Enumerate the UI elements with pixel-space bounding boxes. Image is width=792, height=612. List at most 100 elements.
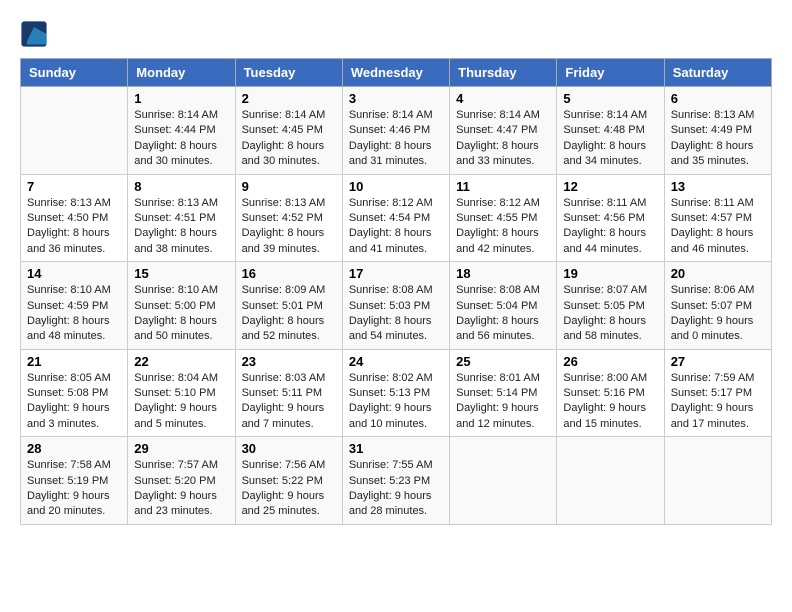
day-info: Sunrise: 8:13 AM Sunset: 4:51 PM Dayligh… — [134, 196, 228, 258]
weekday-header-wednesday: Wednesday — [342, 59, 449, 87]
day-number: 7 — [27, 179, 121, 194]
day-info: Sunrise: 8:10 AM Sunset: 5:00 PM Dayligh… — [134, 283, 228, 345]
day-number: 11 — [456, 179, 550, 194]
day-number: 5 — [563, 91, 657, 106]
calendar-cell: 11 Sunrise: 8:12 AM Sunset: 4:55 PM Dayli… — [450, 174, 557, 262]
calendar-cell: 7 Sunrise: 8:13 AM Sunset: 4:50 PM Daylig… — [21, 174, 128, 262]
day-info: Sunrise: 7:59 AM Sunset: 5:17 PM Dayligh… — [671, 371, 765, 433]
calendar-cell: 29 Sunrise: 7:57 AM Sunset: 5:20 PM Dayli… — [128, 437, 235, 525]
calendar-cell: 1 Sunrise: 8:14 AM Sunset: 4:44 PM Daylig… — [128, 87, 235, 175]
calendar-cell — [450, 437, 557, 525]
calendar-cell: 14 Sunrise: 8:10 AM Sunset: 4:59 PM Dayli… — [21, 262, 128, 350]
day-number: 20 — [671, 266, 765, 281]
day-info: Sunrise: 8:02 AM Sunset: 5:13 PM Dayligh… — [349, 371, 443, 433]
calendar-cell: 8 Sunrise: 8:13 AM Sunset: 4:51 PM Daylig… — [128, 174, 235, 262]
day-number: 10 — [349, 179, 443, 194]
day-number: 18 — [456, 266, 550, 281]
calendar-week-3: 14 Sunrise: 8:10 AM Sunset: 4:59 PM Dayli… — [21, 262, 772, 350]
day-number: 28 — [27, 441, 121, 456]
weekday-header-friday: Friday — [557, 59, 664, 87]
day-info: Sunrise: 8:14 AM Sunset: 4:48 PM Dayligh… — [563, 108, 657, 170]
calendar-week-2: 7 Sunrise: 8:13 AM Sunset: 4:50 PM Daylig… — [21, 174, 772, 262]
day-number: 8 — [134, 179, 228, 194]
day-info: Sunrise: 8:01 AM Sunset: 5:14 PM Dayligh… — [456, 371, 550, 433]
calendar-cell — [21, 87, 128, 175]
calendar-cell: 27 Sunrise: 7:59 AM Sunset: 5:17 PM Dayli… — [664, 349, 771, 437]
calendar-cell: 25 Sunrise: 8:01 AM Sunset: 5:14 PM Dayli… — [450, 349, 557, 437]
day-info: Sunrise: 8:06 AM Sunset: 5:07 PM Dayligh… — [671, 283, 765, 345]
day-info: Sunrise: 7:57 AM Sunset: 5:20 PM Dayligh… — [134, 458, 228, 520]
weekday-header-monday: Monday — [128, 59, 235, 87]
day-info: Sunrise: 8:07 AM Sunset: 5:05 PM Dayligh… — [563, 283, 657, 345]
logo — [20, 20, 50, 48]
day-number: 26 — [563, 354, 657, 369]
calendar-table: SundayMondayTuesdayWednesdayThursdayFrid… — [20, 58, 772, 525]
weekday-header-tuesday: Tuesday — [235, 59, 342, 87]
calendar-cell: 24 Sunrise: 8:02 AM Sunset: 5:13 PM Dayli… — [342, 349, 449, 437]
day-info: Sunrise: 8:12 AM Sunset: 4:55 PM Dayligh… — [456, 196, 550, 258]
day-info: Sunrise: 8:05 AM Sunset: 5:08 PM Dayligh… — [27, 371, 121, 433]
day-info: Sunrise: 8:08 AM Sunset: 5:04 PM Dayligh… — [456, 283, 550, 345]
calendar-cell: 4 Sunrise: 8:14 AM Sunset: 4:47 PM Daylig… — [450, 87, 557, 175]
calendar-cell: 5 Sunrise: 8:14 AM Sunset: 4:48 PM Daylig… — [557, 87, 664, 175]
day-number: 30 — [242, 441, 336, 456]
page-header — [20, 20, 772, 48]
calendar-cell: 10 Sunrise: 8:12 AM Sunset: 4:54 PM Dayli… — [342, 174, 449, 262]
day-info: Sunrise: 8:03 AM Sunset: 5:11 PM Dayligh… — [242, 371, 336, 433]
calendar-cell: 23Sunrise: 8:03 AM Sunset: 5:11 PM Dayli… — [235, 349, 342, 437]
day-info: Sunrise: 8:10 AM Sunset: 4:59 PM Dayligh… — [27, 283, 121, 345]
day-number: 2 — [242, 91, 336, 106]
day-info: Sunrise: 8:09 AM Sunset: 5:01 PM Dayligh… — [242, 283, 336, 345]
calendar-cell: 19 Sunrise: 8:07 AM Sunset: 5:05 PM Dayli… — [557, 262, 664, 350]
day-info: Sunrise: 8:08 AM Sunset: 5:03 PM Dayligh… — [349, 283, 443, 345]
calendar-week-1: 1 Sunrise: 8:14 AM Sunset: 4:44 PM Daylig… — [21, 87, 772, 175]
day-number: 3 — [349, 91, 443, 106]
day-info: Sunrise: 8:14 AM Sunset: 4:47 PM Dayligh… — [456, 108, 550, 170]
calendar-cell: 31Sunrise: 7:55 AM Sunset: 5:23 PM Dayli… — [342, 437, 449, 525]
weekday-header-saturday: Saturday — [664, 59, 771, 87]
calendar-week-5: 28Sunrise: 7:58 AM Sunset: 5:19 PM Dayli… — [21, 437, 772, 525]
calendar-cell: 20 Sunrise: 8:06 AM Sunset: 5:07 PM Dayli… — [664, 262, 771, 350]
day-number: 31 — [349, 441, 443, 456]
day-info: Sunrise: 8:13 AM Sunset: 4:50 PM Dayligh… — [27, 196, 121, 258]
day-info: Sunrise: 8:13 AM Sunset: 4:49 PM Dayligh… — [671, 108, 765, 170]
calendar-cell: 9 Sunrise: 8:13 AM Sunset: 4:52 PM Daylig… — [235, 174, 342, 262]
calendar-cell: 6 Sunrise: 8:13 AM Sunset: 4:49 PM Daylig… — [664, 87, 771, 175]
day-number: 9 — [242, 179, 336, 194]
calendar-cell: 22 Sunrise: 8:04 AM Sunset: 5:10 PM Dayli… — [128, 349, 235, 437]
calendar-cell: 28Sunrise: 7:58 AM Sunset: 5:19 PM Dayli… — [21, 437, 128, 525]
day-number: 22 — [134, 354, 228, 369]
weekday-header-sunday: Sunday — [21, 59, 128, 87]
day-info: Sunrise: 8:12 AM Sunset: 4:54 PM Dayligh… — [349, 196, 443, 258]
calendar-cell: 16Sunrise: 8:09 AM Sunset: 5:01 PM Dayli… — [235, 262, 342, 350]
calendar-cell: 26Sunrise: 8:00 AM Sunset: 5:16 PM Dayli… — [557, 349, 664, 437]
day-number: 4 — [456, 91, 550, 106]
day-info: Sunrise: 8:14 AM Sunset: 4:45 PM Dayligh… — [242, 108, 336, 170]
day-number: 27 — [671, 354, 765, 369]
day-number: 14 — [27, 266, 121, 281]
day-number: 19 — [563, 266, 657, 281]
calendar-cell — [664, 437, 771, 525]
day-info: Sunrise: 7:56 AM Sunset: 5:22 PM Dayligh… — [242, 458, 336, 520]
day-info: Sunrise: 8:04 AM Sunset: 5:10 PM Dayligh… — [134, 371, 228, 433]
day-number: 25 — [456, 354, 550, 369]
day-info: Sunrise: 8:11 AM Sunset: 4:56 PM Dayligh… — [563, 196, 657, 258]
day-number: 29 — [134, 441, 228, 456]
day-number: 1 — [134, 91, 228, 106]
calendar-cell: 30 Sunrise: 7:56 AM Sunset: 5:22 PM Dayli… — [235, 437, 342, 525]
logo-icon — [20, 20, 48, 48]
calendar-week-4: 21 Sunrise: 8:05 AM Sunset: 5:08 PM Dayli… — [21, 349, 772, 437]
calendar-cell: 21 Sunrise: 8:05 AM Sunset: 5:08 PM Dayli… — [21, 349, 128, 437]
day-number: 24 — [349, 354, 443, 369]
weekday-header-thursday: Thursday — [450, 59, 557, 87]
calendar-cell: 15Sunrise: 8:10 AM Sunset: 5:00 PM Dayli… — [128, 262, 235, 350]
day-info: Sunrise: 8:13 AM Sunset: 4:52 PM Dayligh… — [242, 196, 336, 258]
calendar-cell — [557, 437, 664, 525]
calendar-cell: 13Sunrise: 8:11 AM Sunset: 4:57 PM Dayli… — [664, 174, 771, 262]
day-number: 6 — [671, 91, 765, 106]
day-info: Sunrise: 8:14 AM Sunset: 4:44 PM Dayligh… — [134, 108, 228, 170]
day-number: 12 — [563, 179, 657, 194]
day-number: 21 — [27, 354, 121, 369]
calendar-cell: 17Sunrise: 8:08 AM Sunset: 5:03 PM Dayli… — [342, 262, 449, 350]
calendar-cell: 3Sunrise: 8:14 AM Sunset: 4:46 PM Daylig… — [342, 87, 449, 175]
